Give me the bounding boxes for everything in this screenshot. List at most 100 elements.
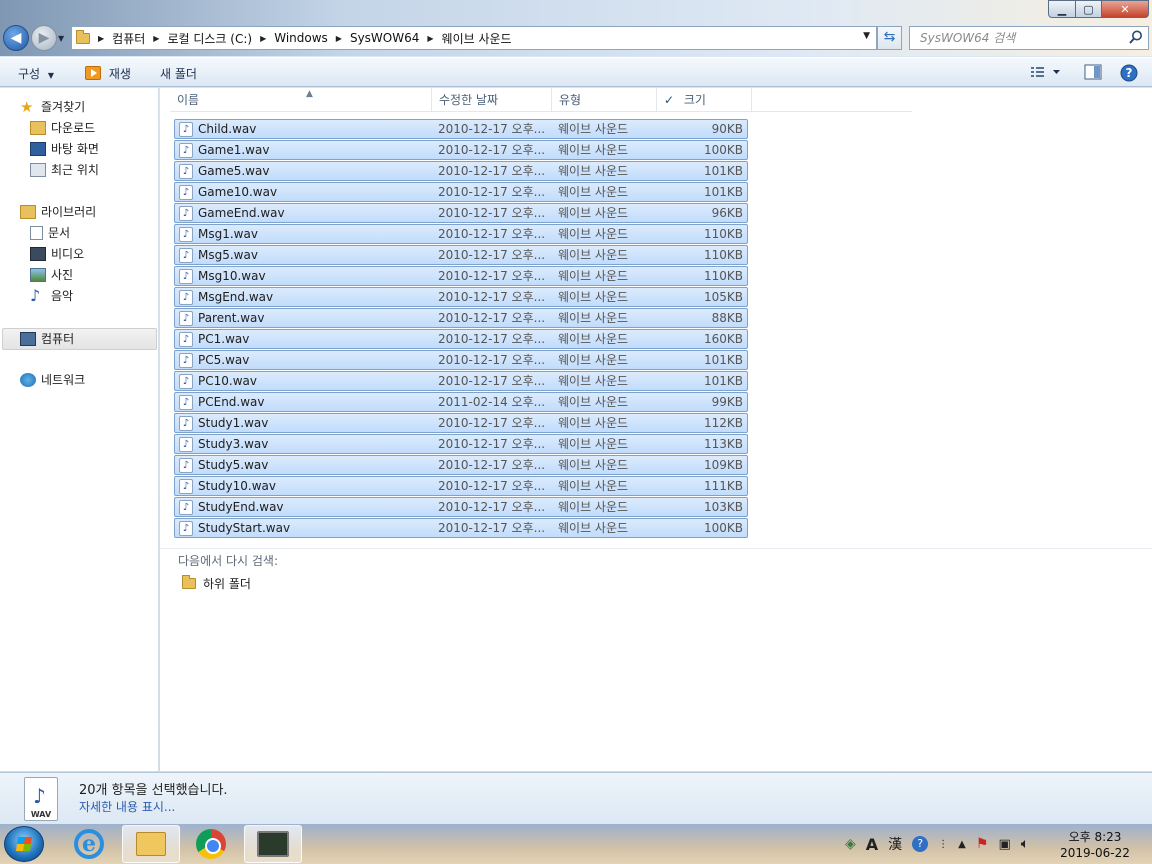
audio-file-icon: ♪ xyxy=(179,311,193,326)
breadcrumb-syswow64[interactable]: SysWOW64 xyxy=(350,31,419,45)
column-header-type[interactable]: 유형 xyxy=(552,88,657,112)
nav-item-documents[interactable]: 문서 xyxy=(30,223,70,243)
file-modified-date: 2010-12-17 오후... xyxy=(438,248,546,262)
start-button[interactable] xyxy=(4,826,44,862)
search-input[interactable]: SysWOW64 검색 xyxy=(909,26,1149,50)
breadcrumb-chevron-icon[interactable]: ▶ xyxy=(427,34,433,43)
taskbar-monitor-app[interactable] xyxy=(244,825,302,863)
ime-options-icon[interactable]: ⋮ xyxy=(938,839,948,850)
nav-item-pictures[interactable]: 사진 xyxy=(30,265,73,285)
file-type: 웨이브 사운드 xyxy=(558,458,629,472)
input-mode-hanja[interactable]: 漢 xyxy=(888,834,902,854)
breadcrumb-chevron-icon[interactable]: ▶ xyxy=(153,34,159,43)
address-history-dropdown[interactable]: ▼ xyxy=(863,31,870,41)
file-size: 100KB xyxy=(703,143,743,157)
file-row[interactable]: ♪ Msg1.wav 2010-12-17 오후... 웨이브 사운드 110KB xyxy=(174,224,748,244)
file-row[interactable]: ♪ Study5.wav 2010-12-17 오후... 웨이브 사운드 109KB xyxy=(174,455,748,475)
file-row[interactable]: ♪ PC1.wav 2010-12-17 오후... 웨이브 사운드 160KB xyxy=(174,329,748,349)
minimize-button[interactable]: ▁ xyxy=(1048,0,1076,18)
taskbar-explorer[interactable] xyxy=(122,825,180,863)
help-icon[interactable]: ? xyxy=(1120,64,1138,82)
file-row[interactable]: ♪ Parent.wav 2010-12-17 오후... 웨이브 사운드 88KB xyxy=(174,308,748,328)
maximize-button[interactable]: ▢ xyxy=(1075,0,1102,18)
breadcrumb-local-disk[interactable]: 로컬 디스크 (C:) xyxy=(167,30,252,47)
recent-places-icon xyxy=(30,163,46,177)
refresh-button[interactable]: ⇆ xyxy=(877,26,902,50)
preview-pane-icon[interactable] xyxy=(1084,64,1102,80)
nav-item-music[interactable]: ♪ 음악 xyxy=(30,286,73,306)
file-name: Study1.wav xyxy=(198,416,269,430)
back-button[interactable]: ◀ xyxy=(3,25,29,51)
action-center-flag-icon[interactable]: ⚑ xyxy=(976,836,989,852)
nav-item-videos[interactable]: 비디오 xyxy=(30,244,84,264)
file-row[interactable]: ♪ PCEnd.wav 2011-02-14 오후... 웨이브 사운드 99KB xyxy=(174,392,748,412)
column-header-size[interactable]: ✓ 크기 xyxy=(657,88,752,112)
nav-item-label: 문서 xyxy=(48,226,71,240)
computer-icon xyxy=(20,332,36,346)
file-type: 웨이브 사운드 xyxy=(558,206,629,220)
file-size: 105KB xyxy=(703,290,743,304)
file-row[interactable]: ♪ Msg10.wav 2010-12-17 오후... 웨이브 사운드 110KB xyxy=(174,266,748,286)
file-row[interactable]: ♪ Child.wav 2010-12-17 오후... 웨이브 사운드 90KB xyxy=(174,119,748,139)
column-name-label: 이름 xyxy=(177,93,200,107)
network-status-icon[interactable]: ▣ xyxy=(998,837,1010,852)
column-header-name[interactable]: 이름 ▲ xyxy=(170,88,432,112)
nav-item-desktop[interactable]: 바탕 화면 xyxy=(30,139,99,159)
column-size-label: 크기 xyxy=(683,93,706,107)
forward-button[interactable]: ▶ xyxy=(31,25,57,51)
show-hidden-icons-icon[interactable]: ▲ xyxy=(958,839,966,850)
file-size: 101KB xyxy=(703,164,743,178)
close-button[interactable]: ✕ xyxy=(1101,0,1149,18)
new-folder-button[interactable]: 새 폴더 xyxy=(160,65,197,82)
audio-file-icon: ♪ xyxy=(179,437,193,452)
file-row[interactable]: ♪ MsgEnd.wav 2010-12-17 오후... 웨이브 사운드 105KB xyxy=(174,287,748,307)
breadcrumb-wave-sound[interactable]: 웨이브 사운드 xyxy=(442,30,512,47)
file-row[interactable]: ♪ Game1.wav 2010-12-17 오후... 웨이브 사운드 100KB xyxy=(174,140,748,160)
file-row[interactable]: ♪ Study1.wav 2010-12-17 오후... 웨이브 사운드 112KB xyxy=(174,413,748,433)
nav-network[interactable]: 네트워크 xyxy=(20,370,85,390)
file-row[interactable]: ♪ StudyStart.wav 2010-12-17 오후... 웨이브 사운드 10… xyxy=(174,518,748,538)
show-more-details-link[interactable]: 자세한 내용 표시... xyxy=(79,798,175,815)
organize-button[interactable]: 구성 ▼ xyxy=(18,65,54,82)
file-row[interactable]: ♪ Study10.wav 2010-12-17 오후... 웨이브 사운드 111KB xyxy=(174,476,748,496)
chevron-down-icon: ▼ xyxy=(47,71,55,80)
nav-favorites[interactable]: ★ 즐겨찾기 xyxy=(20,97,85,117)
play-button[interactable]: 재생 xyxy=(85,65,131,82)
search-subfolders-link[interactable]: 하위 폴더 xyxy=(182,575,251,592)
breadcrumb-chevron-icon[interactable]: ▶ xyxy=(260,34,266,43)
file-type: 웨이브 사운드 xyxy=(558,395,629,409)
file-row[interactable]: ♪ PC5.wav 2010-12-17 오후... 웨이브 사운드 101KB xyxy=(174,350,748,370)
file-row[interactable]: ♪ StudyEnd.wav 2010-12-17 오후... 웨이브 사운드 103K… xyxy=(174,497,748,517)
nav-item-downloads[interactable]: 다운로드 xyxy=(30,118,95,138)
view-options-icon[interactable] xyxy=(1030,64,1060,80)
clock[interactable]: 오후 8:23 2019-06-22 xyxy=(1050,829,1140,861)
input-mode-a[interactable]: A xyxy=(866,835,878,854)
navigation-pane: ★ 즐겨찾기 다운로드 바탕 화면 최근 위치 라이브러리 문서 비디오 사진 … xyxy=(0,88,159,771)
volume-icon[interactable]: 🔈︎ xyxy=(1021,836,1029,852)
recent-pages-dropdown[interactable]: ▼ xyxy=(58,34,64,43)
breadcrumb-windows[interactable]: Windows xyxy=(274,31,328,45)
nav-item-recent[interactable]: 최근 위치 xyxy=(30,160,99,180)
nav-libraries[interactable]: 라이브러리 xyxy=(20,202,96,222)
audio-file-icon: ♪ xyxy=(179,353,193,368)
search-icon[interactable] xyxy=(1128,29,1144,45)
file-row[interactable]: ♪ Msg5.wav 2010-12-17 오후... 웨이브 사운드 110KB xyxy=(174,245,748,265)
taskbar-chrome[interactable] xyxy=(182,825,240,863)
file-row[interactable]: ♪ Game5.wav 2010-12-17 오후... 웨이브 사운드 101KB xyxy=(174,161,748,181)
taskbar-internet-explorer[interactable]: e xyxy=(60,825,118,863)
breadcrumb-computer[interactable]: 컴퓨터 xyxy=(112,30,145,47)
file-row[interactable]: ♪ Game10.wav 2010-12-17 오후... 웨이브 사운드 101KB xyxy=(174,182,748,202)
column-type-label: 유형 xyxy=(559,93,582,107)
clock-time: 오후 8:23 xyxy=(1068,830,1122,844)
file-row[interactable]: ♪ PC10.wav 2010-12-17 오후... 웨이브 사운드 101KB xyxy=(174,371,748,391)
file-size: 101KB xyxy=(703,374,743,388)
column-header-modified[interactable]: 수정한 날짜 xyxy=(432,88,552,112)
breadcrumb-chevron-icon[interactable]: ▶ xyxy=(98,34,104,43)
file-row[interactable]: ♪ Study3.wav 2010-12-17 오후... 웨이브 사운드 113KB xyxy=(174,434,748,454)
file-row[interactable]: ♪ GameEnd.wav 2010-12-17 오후... 웨이브 사운드 96KB xyxy=(174,203,748,223)
ime-help-icon[interactable]: ? xyxy=(912,836,929,852)
language-bar-icon[interactable]: ◈ xyxy=(845,836,856,852)
nav-computer[interactable]: 컴퓨터 xyxy=(20,329,74,349)
address-bar[interactable]: ▶ 컴퓨터 ▶ 로컬 디스크 (C:) ▶ Windows ▶ SysWOW64… xyxy=(71,26,877,50)
breadcrumb-chevron-icon[interactable]: ▶ xyxy=(336,34,342,43)
